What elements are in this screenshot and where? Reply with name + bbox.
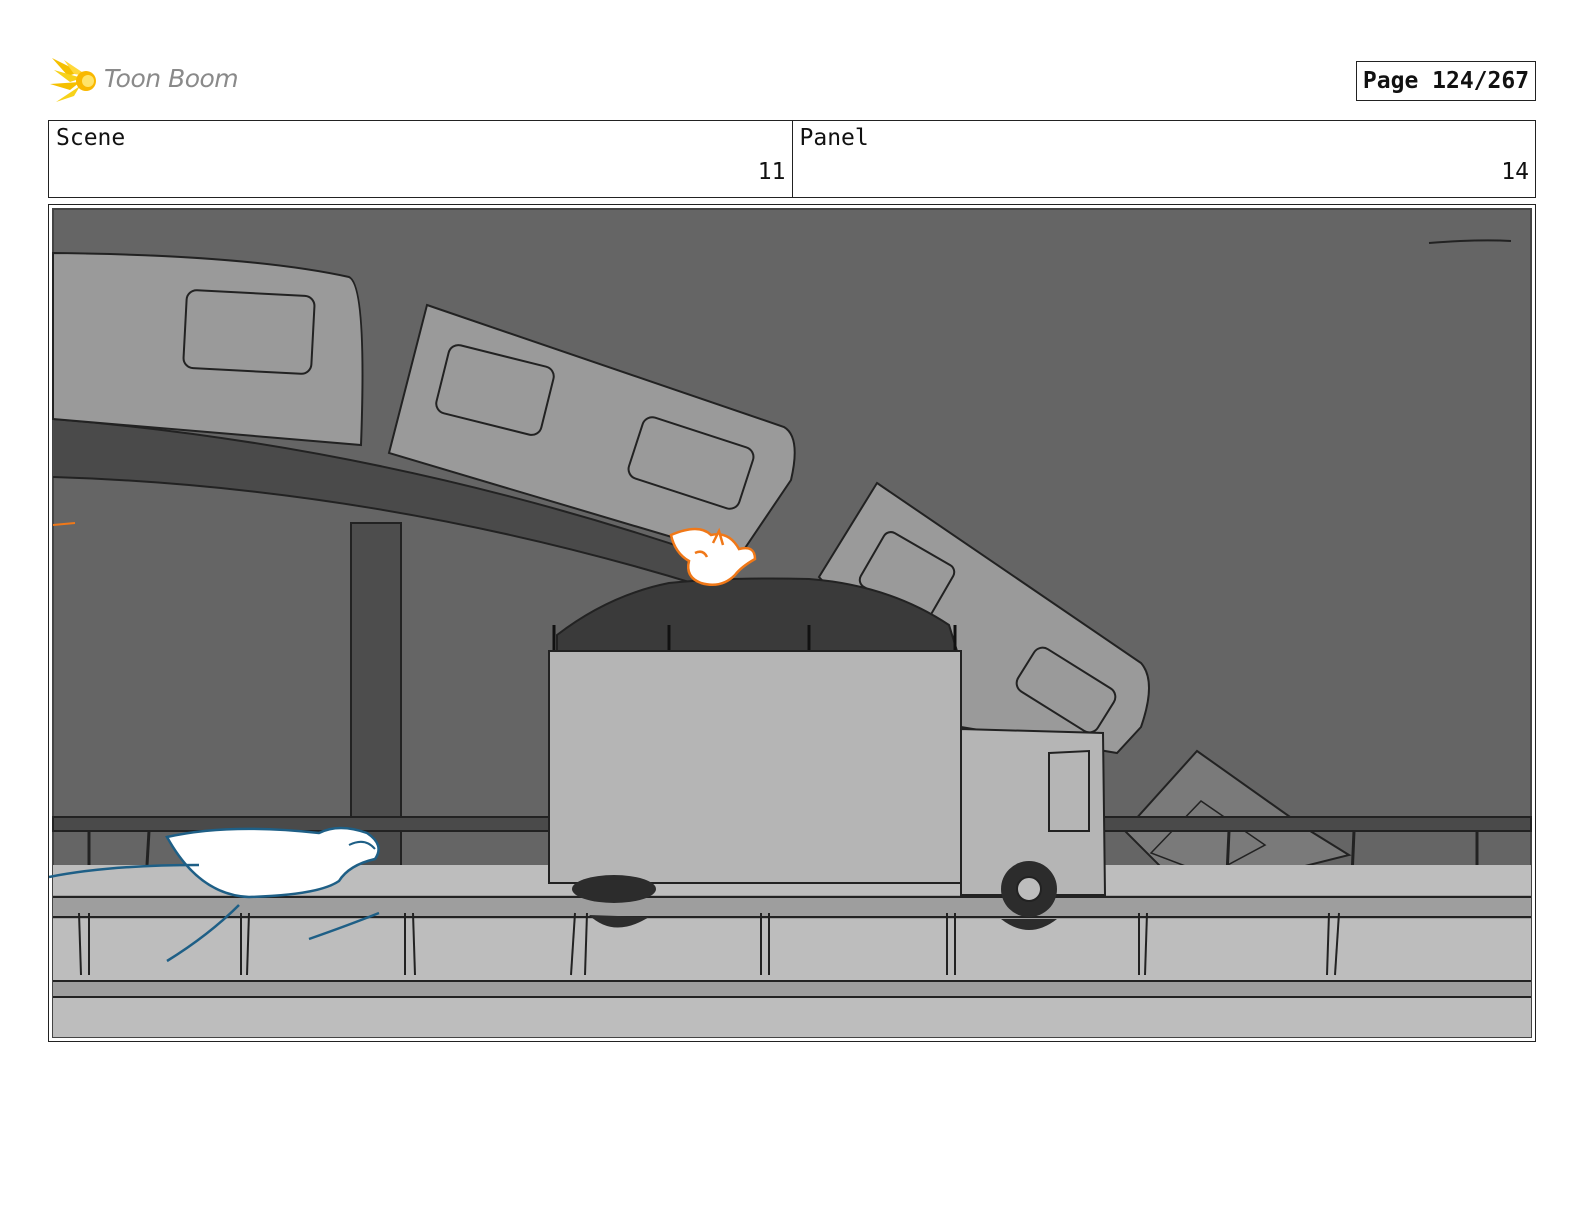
truck-wheel-rear	[572, 875, 656, 903]
panel-cell: Panel 14	[791, 121, 1536, 197]
starburst-icon	[50, 58, 96, 102]
scene-value: 11	[757, 159, 786, 185]
panel-drawing	[49, 208, 1532, 1038]
scene-label: Scene	[56, 125, 126, 151]
scene-cell: Scene 11	[49, 121, 792, 197]
panel-label: Panel	[799, 125, 869, 151]
logo-text: Toon Boom	[104, 64, 239, 93]
truck-box	[548, 650, 962, 884]
page-number: Page 124/267	[1356, 61, 1536, 101]
train-car-1	[52, 251, 364, 447]
panel-value: 14	[1501, 159, 1529, 185]
toon-boom-logo: Toon Boom	[50, 54, 250, 108]
scene-panel-info: Scene 11 Panel 14	[48, 120, 1536, 198]
storyboard-panel	[48, 204, 1536, 1042]
